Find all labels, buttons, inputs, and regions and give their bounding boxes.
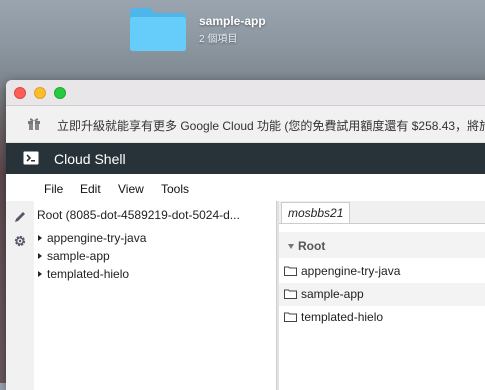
tree-item[interactable]: templated-hielo (34, 267, 129, 281)
gear-icon[interactable] (13, 234, 27, 248)
menu-edit[interactable]: Edit (80, 182, 101, 196)
promo-text: 立即升級就能享有更多 Google Cloud 功能 (您的免費試用額度還有 $… (57, 119, 485, 133)
editor-menubar: File Edit View Tools (6, 174, 485, 201)
folder-listing: Root appengine-try-java sample-app templ… (279, 223, 485, 390)
tree-item-label: templated-hielo (47, 267, 130, 281)
expand-arrow-icon[interactable] (38, 253, 42, 259)
list-item-label: sample-app (301, 287, 364, 301)
menu-tools[interactable]: Tools (161, 182, 189, 196)
menu-view[interactable]: View (118, 182, 144, 196)
list-item-label: appengine-try-java (301, 264, 401, 278)
expand-arrow-icon[interactable] (38, 271, 42, 277)
listing-root-label: Root (298, 239, 326, 253)
tree-item[interactable]: appengine-try-java (34, 231, 146, 245)
tree-item-label: sample-app (47, 249, 110, 263)
folder-icon (284, 312, 297, 322)
cloud-shell-header: Cloud Shell (6, 143, 485, 174)
tree-root[interactable]: Root (8085-dot-4589219-dot-5024-d... (37, 208, 240, 222)
editor-tab[interactable]: mosbbs21 (281, 202, 351, 223)
list-item[interactable]: templated-hielo (279, 306, 485, 329)
menu-file[interactable]: File (44, 182, 63, 196)
terminal-icon (23, 151, 39, 165)
desktop-folder-name[interactable]: sample-app (199, 14, 266, 28)
expand-arrow-icon[interactable] (38, 235, 42, 241)
listing-header[interactable]: Root (279, 232, 485, 258)
close-window-button[interactable] (14, 87, 26, 99)
browser-window: 立即升級就能享有更多 Google Cloud 功能 (您的免費試用額度還有 $… (6, 80, 485, 390)
promo-banner: 立即升級就能享有更多 Google Cloud 功能 (您的免費試用額度還有 $… (6, 106, 485, 143)
list-item[interactable]: sample-app (279, 283, 485, 306)
desktop-folder-count: 2 個項目 (199, 34, 238, 45)
file-tree: Root (8085-dot-4589219-dot-5024-d... app… (34, 201, 278, 390)
maximize-window-button[interactable] (54, 87, 66, 99)
folder-icon (284, 266, 297, 276)
folder-icon[interactable] (128, 6, 188, 52)
tool-strip (6, 201, 35, 390)
tree-item-label: appengine-try-java (47, 231, 147, 245)
minimize-window-button[interactable] (34, 87, 46, 99)
tree-item[interactable]: sample-app (34, 249, 110, 263)
gift-icon (28, 118, 40, 130)
list-item-label: templated-hielo (301, 310, 384, 324)
window-titlebar[interactable] (6, 80, 485, 106)
folder-icon (284, 289, 297, 299)
cloud-shell-title: Cloud Shell (54, 151, 126, 167)
collapse-arrow-icon (288, 244, 294, 249)
pencil-icon[interactable] (13, 210, 27, 224)
editor-pane: mosbbs21 Root appengine-try-java sample-… (279, 201, 485, 390)
list-item[interactable]: appengine-try-java (279, 260, 485, 283)
